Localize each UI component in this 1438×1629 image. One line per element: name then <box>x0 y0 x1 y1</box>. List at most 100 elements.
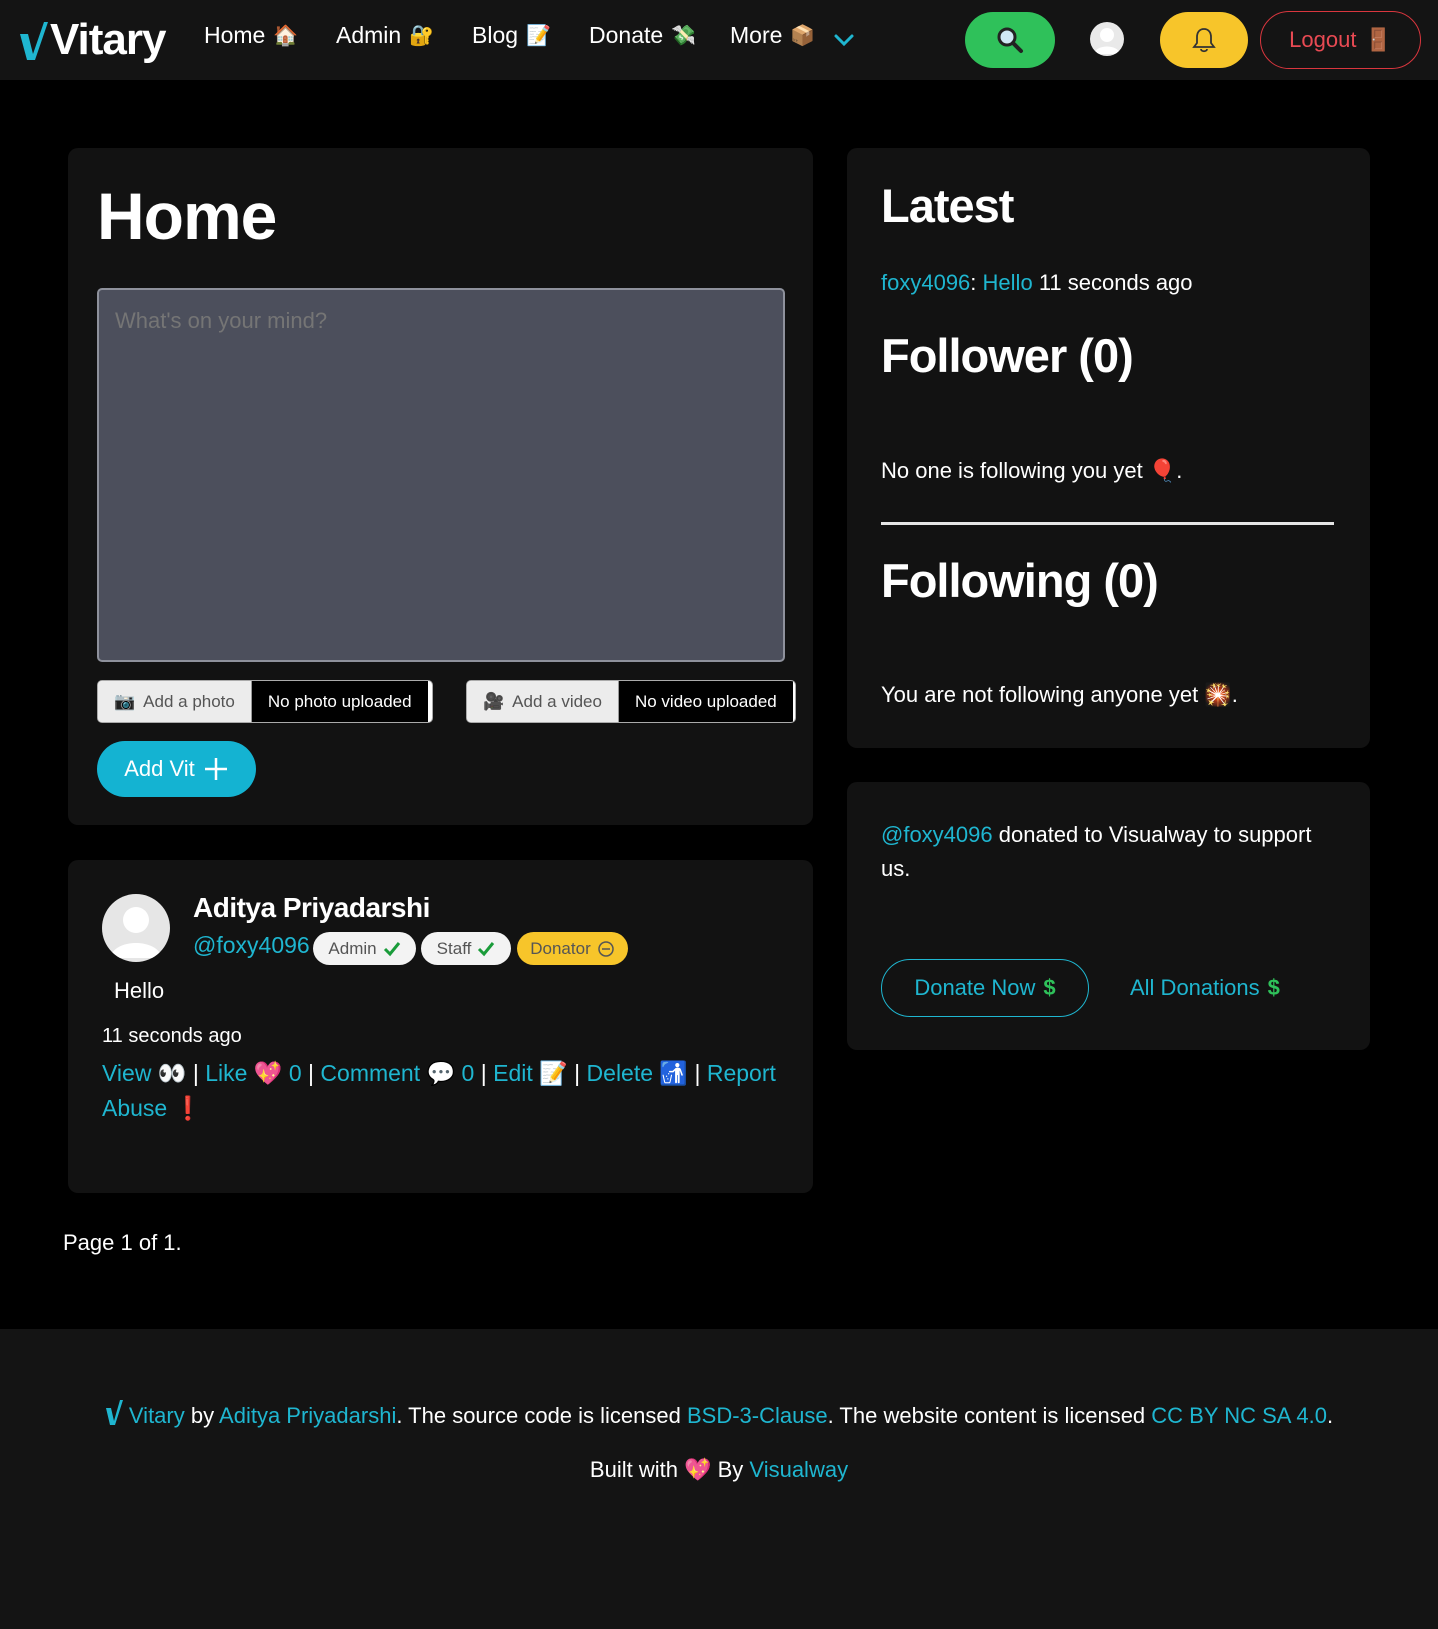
balloon-icon: 🎈 <box>1148 458 1177 483</box>
footer-source-text: . The source code is licensed <box>396 1403 681 1428</box>
footer-org-link[interactable]: Visualway <box>749 1457 848 1482</box>
badge-admin-label: Admin <box>328 938 377 958</box>
like-label: Like <box>205 1060 248 1086</box>
nav-donate-label: Donate <box>589 22 664 48</box>
donate-now-button[interactable]: Donate Now $ <box>881 959 1089 1017</box>
following-empty-text: You are not following anyone yet <box>881 682 1199 707</box>
edit-link[interactable]: Edit 📝 <box>493 1060 568 1086</box>
user-avatar[interactable] <box>1090 22 1124 56</box>
dollar-icon: $ <box>1267 975 1280 1000</box>
check-icon <box>383 941 400 956</box>
pagination-info: Page 1 of 1. <box>63 1230 182 1255</box>
footer-license-line: Vitary by Aditya Priyadarshi. The source… <box>0 1399 1438 1429</box>
bell-icon <box>1192 28 1216 53</box>
heart-icon: 💖 <box>253 1060 283 1086</box>
money-icon: 💸 <box>671 25 697 47</box>
video-upload[interactable]: 🎥 Add a video No video uploaded <box>466 680 796 723</box>
post-timestamp: 11 seconds ago <box>102 1025 242 1047</box>
badge-donator-label: Donator <box>530 938 591 958</box>
following-title: Following (0) <box>881 554 1159 607</box>
avatar[interactable] <box>102 894 170 962</box>
follower-empty: No one is following you yet 🎈. <box>881 458 1183 483</box>
footer-source-license-link[interactable]: BSD-3-Clause <box>687 1403 828 1428</box>
latest-user-link[interactable]: foxy4096 <box>881 270 970 295</box>
nav-blog[interactable]: Blog 📝 <box>472 22 551 49</box>
memo-icon: 📝 <box>526 25 551 47</box>
eyes-icon: 👀 <box>157 1060 187 1086</box>
lock-icon: 🔐 <box>409 25 435 47</box>
video-status: No video uploaded <box>618 681 793 722</box>
notifications-button[interactable] <box>1160 12 1248 68</box>
user-icon <box>110 907 162 958</box>
door-icon: 🚪 <box>1364 27 1392 52</box>
search-button[interactable] <box>965 12 1055 68</box>
donor-link[interactable]: @foxy4096 <box>881 822 993 847</box>
post-author-name[interactable]: Aditya Priyadarshi <box>193 892 430 924</box>
all-donations-label: All Donations <box>1130 975 1260 1000</box>
post-body: Hello <box>114 978 165 1003</box>
exclamation-icon: ❗ <box>173 1095 203 1121</box>
footer-built-line: Built with 💖 By Visualway <box>0 1457 1438 1483</box>
edit-label: Edit <box>493 1060 533 1086</box>
logout-button[interactable]: Logout 🚪 <box>1260 11 1421 69</box>
check-icon <box>478 941 495 956</box>
footer-built-with: Built with <box>589 1457 678 1482</box>
page-title: Home <box>97 179 277 253</box>
post-textarea[interactable] <box>97 288 785 662</box>
add-vit-button[interactable]: Add Vit <box>97 741 256 797</box>
donation-card: @foxy4096 donated to Visualway to suppor… <box>847 782 1370 1050</box>
sparkler-icon: 🎇 <box>1204 682 1232 707</box>
divider: | <box>308 1060 321 1086</box>
latest-title: Latest <box>881 179 1014 232</box>
footer-content-license-link[interactable]: CC BY NC SA 4.0 <box>1151 1403 1327 1428</box>
nav-admin[interactable]: Admin 🔐 <box>336 22 434 49</box>
trash-icon: 🚮 <box>659 1060 689 1086</box>
footer-author-link[interactable]: Aditya Priyadarshi <box>219 1403 396 1428</box>
add-photo-button[interactable]: 📷 Add a photo <box>98 681 252 722</box>
brand[interactable]: Vitary <box>18 14 166 66</box>
nav-more[interactable]: More 📦 <box>730 22 815 49</box>
footer: Vitary by Aditya Priyadarshi. The source… <box>0 1329 1438 1629</box>
post-author-handle[interactable]: @foxy4096 <box>193 932 310 959</box>
add-video-button[interactable]: 🎥 Add a video <box>467 681 619 722</box>
view-link[interactable]: View 👀 <box>102 1060 186 1086</box>
follower-empty-text: No one is following you yet <box>881 458 1143 483</box>
like-link[interactable]: Like 💖 0 <box>205 1060 301 1086</box>
like-count: 0 <box>288 1060 302 1086</box>
nav-donate[interactable]: Donate 💸 <box>589 22 696 49</box>
badge-admin: Admin <box>313 932 416 965</box>
delete-link[interactable]: Delete 🚮 <box>587 1060 689 1086</box>
footer-built-by: By <box>717 1457 744 1482</box>
divider: | <box>574 1060 587 1086</box>
latest-time: 11 seconds ago <box>1038 270 1193 295</box>
user-icon <box>1094 28 1120 54</box>
divider: | <box>192 1060 206 1086</box>
house-icon: 🏠 <box>273 25 299 47</box>
search-icon <box>997 27 1023 53</box>
chevron-down-icon[interactable] <box>832 28 856 52</box>
logout-label: Logout <box>1289 27 1357 52</box>
nav-home-label: Home <box>204 22 266 48</box>
footer-period: . <box>1326 1403 1334 1428</box>
comment-link[interactable]: Comment 💬 0 <box>320 1060 474 1086</box>
footer-brand-link[interactable]: Vitary <box>129 1403 185 1428</box>
vitary-logo-icon <box>105 1400 123 1425</box>
post-card: Aditya Priyadarshi @foxy4096 Admin Staff… <box>68 860 813 1193</box>
speech-bubble-icon: 💬 <box>426 1060 456 1086</box>
badge-staff-label: Staff <box>436 938 472 958</box>
latest-message-link[interactable]: Hello <box>983 270 1033 295</box>
package-icon: 📦 <box>790 25 816 47</box>
navbar: Vitary Home 🏠 Admin 🔐 Blog 📝 Donate 💸 Mo… <box>0 0 1438 80</box>
view-label: View <box>102 1060 152 1086</box>
all-donations-link[interactable]: All Donations $ <box>1130 975 1280 1001</box>
memo-icon: 📝 <box>539 1060 568 1086</box>
donate-now-label: Donate Now <box>914 975 1036 1000</box>
comment-count: 0 <box>461 1060 475 1086</box>
nav-blog-label: Blog <box>472 22 519 48</box>
heart-icon: 💖 <box>684 1457 712 1482</box>
badge-staff: Staff <box>421 932 511 965</box>
vitary-logo-icon <box>20 22 48 60</box>
plus-icon <box>204 758 227 780</box>
nav-home[interactable]: Home 🏠 <box>204 22 298 49</box>
photo-upload[interactable]: 📷 Add a photo No photo uploaded <box>97 680 433 723</box>
